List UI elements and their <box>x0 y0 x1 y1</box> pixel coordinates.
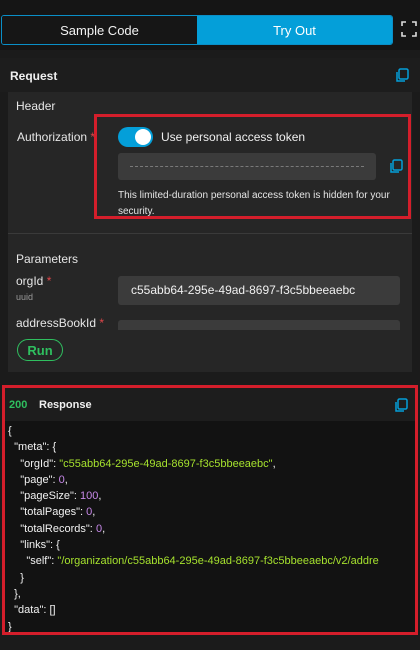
response-highlight <box>2 385 418 635</box>
parameters-label: Parameters <box>16 252 79 266</box>
orgid-input[interactable]: c55abb64-295e-49ad-8697-f3c5bbeeaebc <box>118 276 400 305</box>
expand-icon[interactable] <box>401 21 417 37</box>
authorization-label: Authorization * <box>17 130 95 144</box>
request-title: Request <box>10 69 58 83</box>
mode-tabs: Sample Code Try Out <box>1 15 393 45</box>
header-section-label: Header <box>16 99 56 113</box>
addressbookid-label-text: addressBookId <box>16 316 97 328</box>
authorization-highlight <box>94 114 411 219</box>
required-marker: * <box>99 316 105 328</box>
authorization-label-text: Authorization <box>17 130 88 144</box>
orgid-label: orgId * <box>16 274 51 288</box>
orgid-label-text: orgId <box>16 274 44 288</box>
tab-bar: Sample Code Try Out <box>0 0 420 50</box>
orgid-type: uuid <box>16 292 34 302</box>
request-header: Request <box>0 58 420 92</box>
tab-sample-code[interactable]: Sample Code <box>2 16 197 44</box>
addressbookid-label: addressBookId * <box>16 316 104 328</box>
required-marker: * <box>46 274 52 288</box>
copy-icon[interactable] <box>395 68 409 83</box>
addressbookid-input[interactable] <box>118 320 400 330</box>
section-divider <box>8 233 412 234</box>
tab-try-out[interactable]: Try Out <box>197 16 392 44</box>
run-button[interactable]: Run <box>17 339 63 361</box>
